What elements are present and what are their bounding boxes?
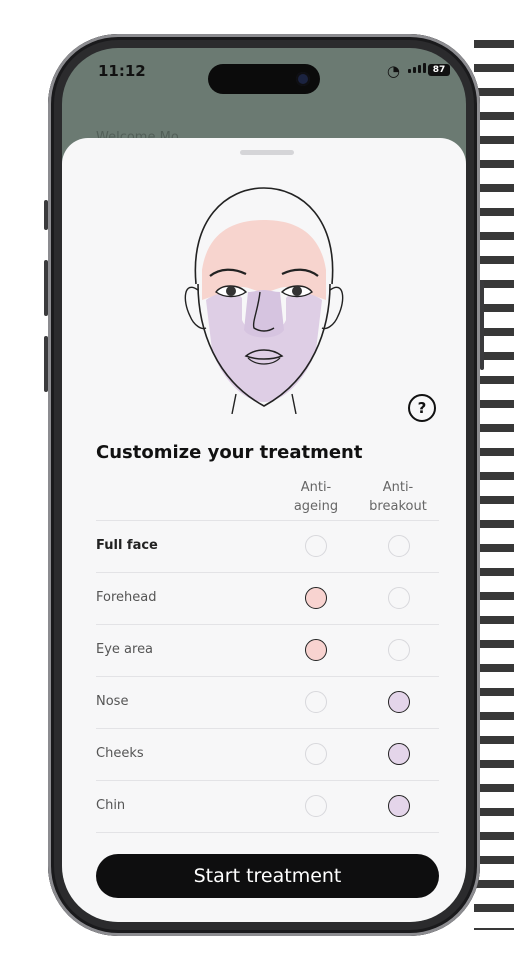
anti-breakout-toggle[interactable] (388, 691, 410, 713)
table-row: Full face (96, 521, 439, 573)
table-row: Forehead (96, 573, 439, 625)
row-label: Chin (96, 798, 126, 813)
anti-ageing-toggle[interactable] (305, 639, 327, 661)
status-bar: 11:12 ◔ 87 (62, 48, 466, 96)
anti-breakout-toggle[interactable] (388, 535, 410, 557)
row-label: Nose (96, 694, 129, 709)
table-row: Nose (96, 677, 439, 729)
start-treatment-button[interactable]: Start treatment (96, 854, 439, 898)
anti-breakout-toggle[interactable] (388, 587, 410, 609)
table-row: Eye area (96, 625, 439, 677)
row-label: Eye area (96, 642, 154, 657)
sheet-grabber[interactable] (240, 150, 294, 155)
anti-ageing-toggle[interactable] (305, 535, 327, 557)
side-button (44, 200, 48, 230)
anti-ageing-toggle[interactable] (305, 691, 327, 713)
background-stripes (474, 40, 514, 930)
anti-ageing-toggle[interactable] (305, 743, 327, 765)
signal-icon (408, 63, 426, 73)
face-illustration (184, 187, 344, 414)
table-row: Chin (96, 781, 439, 833)
anti-ageing-toggle[interactable] (305, 795, 327, 817)
battery-icon: 87 (428, 64, 450, 76)
row-label: Full face (96, 538, 158, 553)
screen: 11:12 ◔ 87 Welcome Mo... (62, 48, 466, 922)
status-time: 11:12 (98, 62, 146, 80)
power-button (480, 280, 484, 370)
row-label: Forehead (96, 590, 157, 605)
dynamic-island (208, 64, 320, 94)
sheet-title: Customize your treatment (96, 442, 363, 463)
anti-ageing-toggle[interactable] (305, 587, 327, 609)
anti-breakout-toggle[interactable] (388, 639, 410, 661)
anti-breakout-toggle[interactable] (388, 795, 410, 817)
treatment-sheet: ? Customize your treatment Anti- ageing … (62, 138, 466, 922)
column-header-anti-breakout: Anti- breakout (369, 480, 427, 514)
treatment-table: Full face Forehead Eye area Nose Cheeks (96, 520, 439, 833)
camera-icon (296, 72, 310, 86)
anti-breakout-toggle[interactable] (388, 743, 410, 765)
help-icon[interactable]: ? (408, 394, 436, 422)
table-row: Cheeks (96, 729, 439, 781)
column-header-anti-ageing: Anti- ageing (293, 480, 339, 514)
volume-down-button (44, 336, 48, 392)
volume-up-button (44, 260, 48, 316)
wifi-icon: ◔ (386, 62, 400, 80)
row-label: Cheeks (96, 746, 144, 761)
